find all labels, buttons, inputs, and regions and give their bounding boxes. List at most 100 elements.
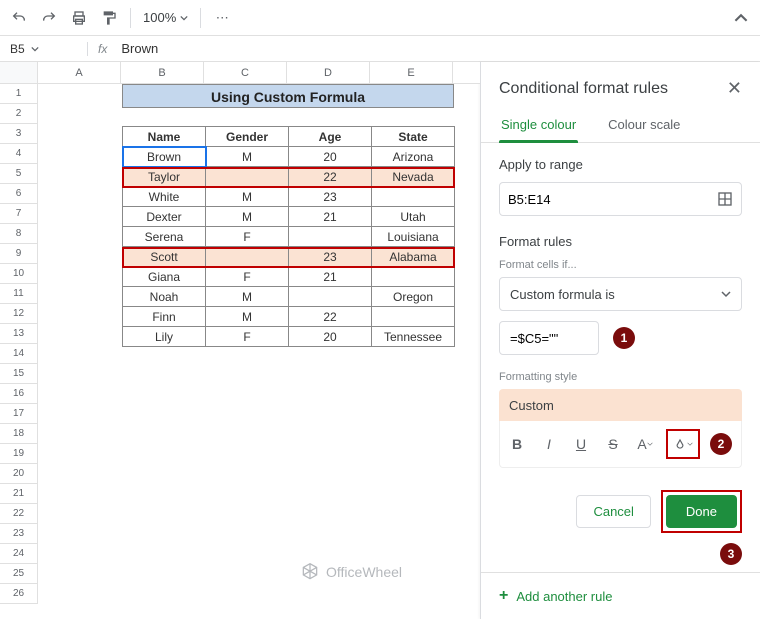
col-header[interactable]: E [370, 62, 453, 83]
text-color-icon[interactable]: A [634, 433, 656, 455]
table-cell[interactable]: Tennessee [372, 327, 455, 347]
formula-input[interactable] [499, 321, 599, 355]
table-cell[interactable]: Serena [123, 227, 206, 247]
col-header[interactable]: C [204, 62, 287, 83]
table-cell[interactable]: 21 [289, 207, 372, 227]
table-row[interactable]: FinnM22 [123, 307, 455, 327]
table-cell[interactable] [206, 247, 289, 267]
table-row[interactable]: Taylor 22Nevada [123, 167, 455, 187]
table-row[interactable]: WhiteM23 [123, 187, 455, 207]
table-cell[interactable]: Alabama [372, 247, 455, 267]
close-icon[interactable]: ✕ [727, 78, 742, 99]
done-button[interactable]: Done [666, 495, 737, 528]
col-header[interactable]: A [38, 62, 121, 83]
table-cell[interactable]: Scott [123, 247, 206, 267]
row-header[interactable]: 20 [0, 464, 38, 484]
row-header[interactable]: 3 [0, 124, 38, 144]
table-row[interactable]: BrownM20Arizona [123, 147, 455, 167]
grid-select-icon[interactable] [717, 191, 733, 207]
row-header[interactable]: 2 [0, 104, 38, 124]
row-header[interactable]: 14 [0, 344, 38, 364]
add-rule-button[interactable]: + Add another rule [481, 572, 760, 619]
row-header[interactable]: 22 [0, 504, 38, 524]
row-header[interactable]: 1 [0, 84, 38, 104]
row-header[interactable]: 25 [0, 564, 38, 584]
paint-format-icon[interactable] [100, 9, 118, 27]
row-header[interactable]: 6 [0, 184, 38, 204]
table-cell[interactable]: M [206, 187, 289, 207]
row-header[interactable]: 5 [0, 164, 38, 184]
row-header[interactable]: 23 [0, 524, 38, 544]
table-cell[interactable]: M [206, 147, 289, 167]
row-header[interactable]: 17 [0, 404, 38, 424]
row-header[interactable]: 4 [0, 144, 38, 164]
tab-colour-scale[interactable]: Colour scale [606, 109, 682, 142]
table-cell[interactable] [372, 267, 455, 287]
row-header[interactable]: 18 [0, 424, 38, 444]
col-header[interactable]: B [121, 62, 204, 83]
row-header[interactable]: 8 [0, 224, 38, 244]
table-cell[interactable]: 20 [289, 327, 372, 347]
table-cell[interactable]: M [206, 287, 289, 307]
col-header[interactable]: D [287, 62, 370, 83]
formula-input[interactable]: Brown [117, 41, 158, 56]
table-cell[interactable]: Oregon [372, 287, 455, 307]
table-cell[interactable]: F [206, 327, 289, 347]
table-row[interactable]: LilyF20Tennessee [123, 327, 455, 347]
table-row[interactable]: SerenaFLouisiana [123, 227, 455, 247]
table-cell[interactable]: M [206, 207, 289, 227]
table-cell[interactable] [206, 167, 289, 187]
table-cell[interactable]: F [206, 227, 289, 247]
table-cell[interactable]: 21 [289, 267, 372, 287]
collapse-icon[interactable] [732, 9, 750, 27]
table-row[interactable]: DexterM21Utah [123, 207, 455, 227]
underline-icon[interactable]: U [570, 433, 592, 455]
cancel-button[interactable]: Cancel [576, 495, 650, 528]
condition-dropdown[interactable]: Custom formula is [499, 277, 742, 311]
table-cell[interactable]: 23 [289, 187, 372, 207]
table-row[interactable]: GianaF21 [123, 267, 455, 287]
spreadsheet-grid[interactable]: A B C D E 123456789101112131415161718192… [0, 62, 480, 619]
table-cell[interactable]: Arizona [372, 147, 455, 167]
row-header[interactable]: 15 [0, 364, 38, 384]
table-cell[interactable] [372, 307, 455, 327]
row-header[interactable]: 21 [0, 484, 38, 504]
table-cell[interactable]: Finn [123, 307, 206, 327]
fill-color-icon[interactable] [672, 433, 694, 455]
table-cell[interactable]: Taylor [123, 167, 206, 187]
table-cell[interactable]: 20 [289, 147, 372, 167]
table-cell[interactable] [289, 287, 372, 307]
row-header[interactable]: 24 [0, 544, 38, 564]
row-header[interactable]: 11 [0, 284, 38, 304]
print-icon[interactable] [70, 9, 88, 27]
row-header[interactable]: 7 [0, 204, 38, 224]
redo-icon[interactable] [40, 9, 58, 27]
more-icon[interactable]: ⋯ [213, 9, 231, 27]
row-header[interactable]: 26 [0, 584, 38, 604]
table-cell[interactable] [372, 187, 455, 207]
tab-single-colour[interactable]: Single colour [499, 109, 578, 142]
table-cell[interactable]: Giana [123, 267, 206, 287]
table-cell[interactable] [289, 227, 372, 247]
table-cell[interactable]: Utah [372, 207, 455, 227]
row-header[interactable]: 19 [0, 444, 38, 464]
table-cell[interactable]: Noah [123, 287, 206, 307]
table-cell[interactable]: M [206, 307, 289, 327]
italic-icon[interactable]: I [538, 433, 560, 455]
row-header[interactable]: 9 [0, 244, 38, 264]
row-header[interactable]: 16 [0, 384, 38, 404]
table-cell[interactable]: 22 [289, 167, 372, 187]
row-header[interactable]: 10 [0, 264, 38, 284]
table-cell[interactable]: Nevada [372, 167, 455, 187]
table-row[interactable]: Scott 23Alabama [123, 247, 455, 267]
row-header[interactable]: 12 [0, 304, 38, 324]
table-cell[interactable]: F [206, 267, 289, 287]
style-preview[interactable]: Custom [499, 389, 742, 421]
table-row[interactable]: NoahM Oregon [123, 287, 455, 307]
strikethrough-icon[interactable]: S [602, 433, 624, 455]
zoom-dropdown[interactable]: 100% [143, 10, 188, 25]
bold-icon[interactable]: B [506, 433, 528, 455]
table-cell[interactable]: 23 [289, 247, 372, 267]
table-cell[interactable]: 22 [289, 307, 372, 327]
undo-icon[interactable] [10, 9, 28, 27]
